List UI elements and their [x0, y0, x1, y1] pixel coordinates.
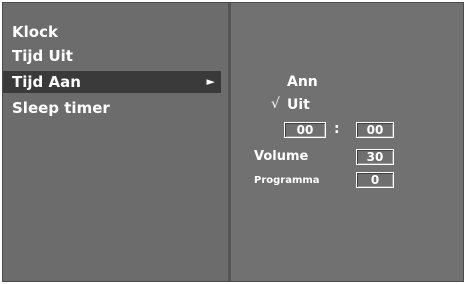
osd-menu-window: Klock Tijd Uit Tijd Aan ► Sleep timer An… — [2, 2, 464, 282]
checkmark-icon: √ — [271, 96, 280, 112]
menu-item-tijd-uit[interactable]: Tijd Uit — [3, 45, 221, 67]
time-separator: : — [334, 121, 340, 137]
menu-item-label: Tijd Aan — [12, 73, 81, 91]
volume-field[interactable]: 30 — [356, 149, 394, 165]
hours-field[interactable]: 00 — [284, 122, 326, 138]
option-ann[interactable]: Ann — [287, 74, 318, 90]
programma-field[interactable]: 0 — [356, 172, 394, 188]
submenu-arrow-icon: ► — [206, 75, 215, 88]
menu-item-tijd-aan[interactable]: Tijd Aan ► — [3, 71, 221, 93]
menu-item-sleep-timer[interactable]: Sleep timer — [3, 97, 221, 119]
submenu-panel: Ann √ Uit 00 : 00 Volume 30 Programma 0 — [231, 3, 463, 281]
menu-item-label: Tijd Uit — [12, 47, 73, 65]
menu-item-klock[interactable]: Klock — [3, 21, 221, 43]
volume-label: Volume — [254, 149, 309, 164]
menu-item-label: Klock — [12, 23, 58, 41]
main-menu-panel: Klock Tijd Uit Tijd Aan ► Sleep timer — [3, 3, 228, 281]
programma-label: Programma — [254, 175, 320, 186]
option-uit[interactable]: Uit — [287, 97, 310, 113]
menu-item-label: Sleep timer — [12, 99, 110, 117]
minutes-field[interactable]: 00 — [356, 122, 394, 138]
